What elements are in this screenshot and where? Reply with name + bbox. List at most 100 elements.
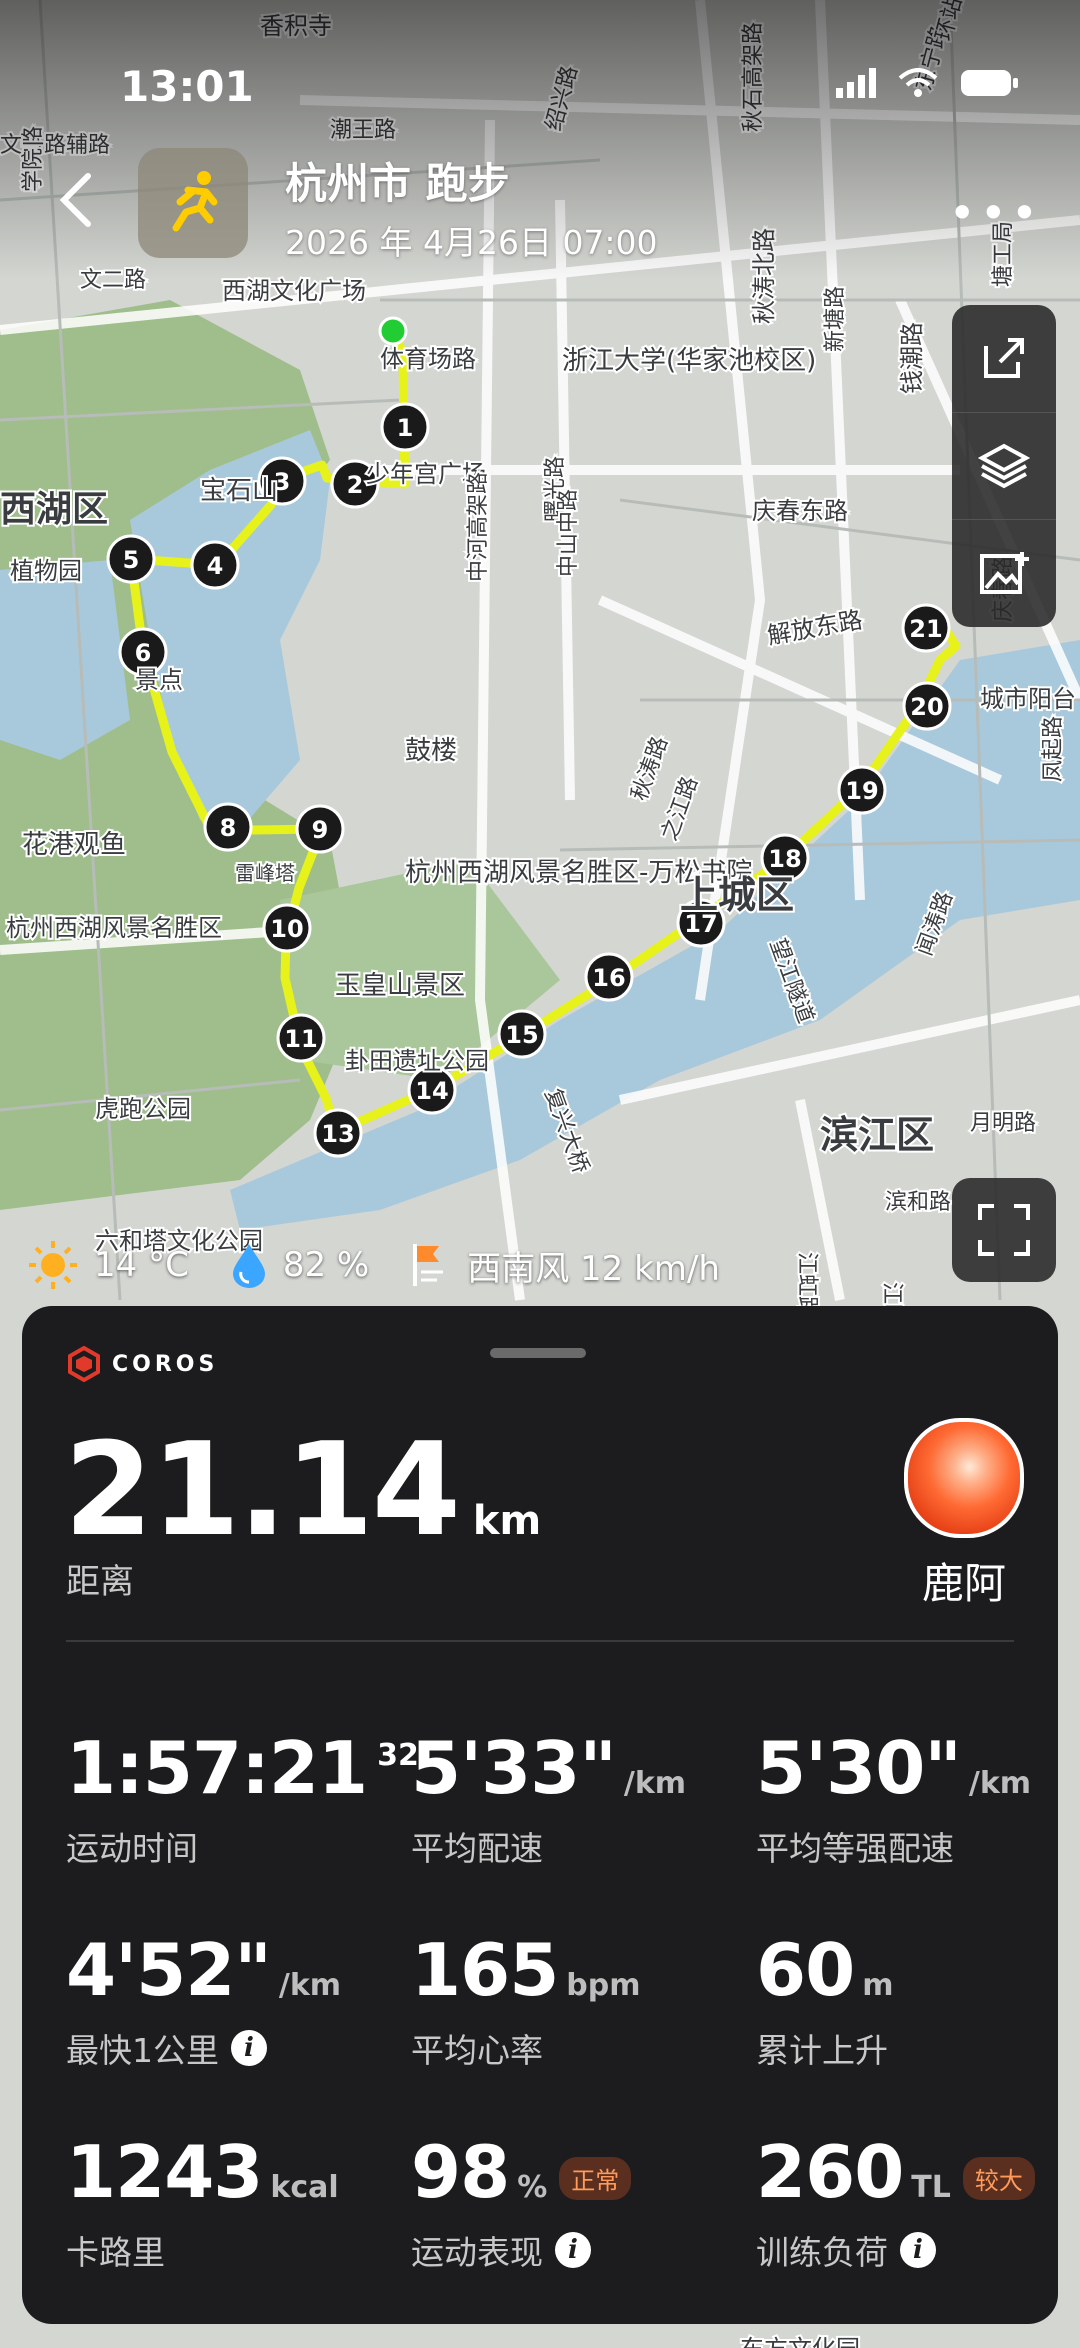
add-photo-icon[interactable]: [952, 520, 1056, 627]
stat-label-row: 最快1公里 i: [66, 2024, 396, 2072]
distance-number: 21.14: [64, 1416, 461, 1565]
stat-value: 60: [756, 1928, 855, 2012]
sun-icon: [29, 1241, 77, 1289]
map-label: 植物园: [10, 557, 82, 585]
stat-label-row: 累计上升: [756, 2024, 1080, 2072]
map-label: 杭州西湖风景名胜区: [6, 914, 222, 942]
km-marker-label: 14: [415, 1077, 448, 1105]
stat-label: 最快1公里: [66, 2031, 219, 2070]
stat-label: 运动表现: [411, 2233, 543, 2272]
stat-value-row: 60 m: [756, 1928, 1080, 2012]
map-toolbar: [952, 305, 1056, 627]
humidity: 82 %: [282, 1245, 370, 1285]
stat-unit: m: [862, 1968, 894, 2003]
stat-label-row: 平均心率: [411, 2024, 741, 2072]
back-icon[interactable]: [52, 170, 100, 230]
info-icon[interactable]: i: [555, 2232, 591, 2268]
map-label: 花港观鱼: [22, 830, 126, 860]
km-marker-label: 8: [220, 814, 237, 842]
stat-cell: 5'30"/km 平均等强配速: [756, 1726, 1080, 1870]
stat-value: 260: [756, 2130, 904, 2214]
map-label: 凤起路: [1041, 716, 1066, 782]
stat-cell: 1243 kcal 卡路里: [66, 2130, 396, 2274]
map-label: 上城区: [680, 873, 794, 917]
status-badge: 较大: [962, 2157, 1035, 2200]
avatar[interactable]: [904, 1418, 1024, 1538]
stat-unit: /km: [623, 1766, 687, 1801]
brand-logo: COROS: [66, 1346, 218, 1382]
map-label: 东方文化园: [740, 2335, 860, 2348]
activity-datetime: 2026 年 4月26日 07:00: [285, 223, 658, 262]
stat-value-row: 98% 正常: [411, 2130, 741, 2214]
km-marker-label: 15: [505, 1021, 538, 1049]
map-label: 月明路: [970, 1111, 1036, 1136]
map-label: 玉皇山景区: [335, 971, 465, 1001]
stat-cell: 165 bpm 平均心率: [411, 1928, 741, 2072]
stat-label-row: 卡路里: [66, 2226, 396, 2274]
map-label: 西湖区: [0, 489, 108, 530]
stat-label: 累计上升: [756, 2031, 888, 2070]
map-label: 新塘路: [823, 286, 848, 352]
stat-value: 98: [411, 2130, 510, 2214]
stat-cell: 4'52"/km 最快1公里 i: [66, 1928, 396, 2072]
stat-value-row: 1:57:21 32: [66, 1726, 419, 1810]
km-marker-label: 20: [910, 693, 943, 721]
weather-bar: 14 °C 82 % 西南风 12 km/h: [26, 1238, 760, 1292]
map-label: 卦田遗址公园: [345, 1047, 489, 1075]
temperature: 14 °C: [94, 1245, 189, 1285]
map-label: 城市阳台: [980, 685, 1076, 713]
info-icon[interactable]: i: [900, 2232, 936, 2268]
stat-value-row: 4'52"/km: [66, 1928, 396, 2012]
map-label: 鼓楼: [405, 736, 457, 766]
map-label: 钱潮路: [898, 322, 926, 394]
map-label: 中河高架路: [466, 472, 491, 582]
layers-icon[interactable]: [952, 413, 1056, 521]
stat-value-row: 5'30"/km: [756, 1726, 1080, 1810]
wifi-icon: [898, 68, 938, 97]
stat-value: 4'52": [66, 1928, 272, 2012]
stat-value: 165: [411, 1928, 559, 2012]
map-label: 庆春东路: [752, 497, 848, 525]
wind-icon: [413, 1244, 444, 1286]
stat-label-row: 运动时间: [66, 1822, 396, 1870]
share-icon[interactable]: [952, 305, 1056, 413]
stat-unit: TL: [911, 2170, 951, 2205]
status-badge: 正常: [559, 2157, 632, 2200]
map-label: 滨和路: [885, 1190, 951, 1215]
km-marker-label: 4: [207, 552, 224, 580]
stat-label-row: 训练负荷 i: [756, 2226, 1080, 2274]
username: 鹿阿: [922, 1559, 1007, 1608]
stat-cell: 260 TL 较大训练负荷 i: [756, 2130, 1080, 2274]
stat-label: 运动时间: [66, 1829, 198, 1868]
stat-unit: bpm: [566, 1968, 641, 2003]
distance-unit: km: [472, 1498, 542, 1544]
stat-cell: 1:57:21 32 运动时间: [66, 1726, 419, 1870]
wind: 西南风 12 km/h: [467, 1248, 720, 1289]
stat-value-row: 165 bpm: [411, 1928, 741, 2012]
km-marker-label: 10: [270, 915, 303, 943]
map-label: 体育场路: [380, 345, 476, 373]
stat-label: 平均配速: [411, 1829, 543, 1868]
map-label: 浙江大学(华家池校区): [562, 346, 816, 376]
stat-label-row: 平均等强配速: [756, 1822, 1080, 1870]
drag-handle[interactable]: [490, 1348, 586, 1358]
brand-name: COROS: [112, 1351, 219, 1377]
map-label: 景点: [135, 666, 183, 694]
info-icon[interactable]: i: [231, 2030, 267, 2066]
more-icon[interactable]: •••: [949, 186, 1042, 240]
stat-value-row: 260 TL 较大: [756, 2130, 1080, 2214]
status-time: 13:01: [120, 62, 254, 111]
stat-cell: 5'33"/km 平均配速: [411, 1726, 741, 1870]
stat-value-row: 5'33"/km: [411, 1726, 741, 1810]
fullscreen-icon[interactable]: [952, 1178, 1056, 1282]
stat-value-row: 1243 kcal: [66, 2130, 396, 2214]
stat-unit: /km: [968, 1766, 1032, 1801]
stat-label: 训练负荷: [756, 2233, 888, 2272]
stat-unit: %: [517, 2170, 548, 2205]
signal-icon: [836, 68, 876, 98]
stat-value: 5'30": [756, 1726, 962, 1810]
activity-summary-panel[interactable]: COROS 21.14 km 距离 鹿阿 1:57:21 32 运动时间 5'33" /…: [22, 1306, 1058, 2324]
km-marker-label: 9: [312, 816, 329, 844]
stat-value: 5'33": [411, 1726, 617, 1810]
stat-value: 1:57:21: [66, 1726, 368, 1810]
